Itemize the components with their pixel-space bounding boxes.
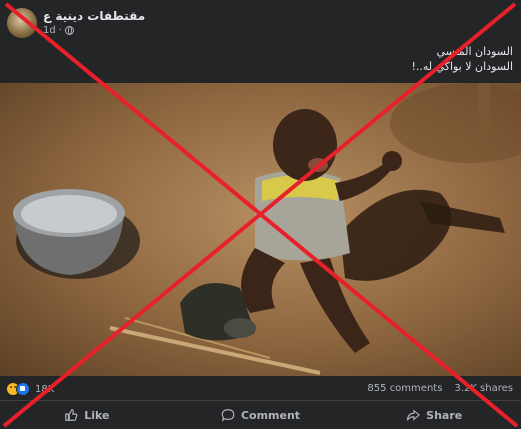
post-caption: السودان المنسي السودان لا بواكي له..!	[213, 44, 513, 74]
comments-count[interactable]: 855 comments	[367, 383, 442, 394]
reaction-count: 18K	[35, 383, 55, 395]
post-actions: Like Comment Share	[0, 400, 521, 429]
comment-label: Comment	[240, 408, 301, 422]
shoe-sole	[224, 318, 256, 338]
facebook-post: مقتطفات دينية ع 1d · السودان المنسي السو…	[0, 0, 521, 429]
post-time[interactable]: 1d	[43, 25, 56, 36]
post-stats: 18K 855 comments 3.2K shares	[0, 376, 521, 402]
comment-button[interactable]: Comment	[174, 401, 348, 429]
meta-separator: ·	[58, 25, 62, 36]
post-meta: 1d ·	[43, 25, 74, 36]
like-button[interactable]: Like	[0, 401, 174, 429]
globe-icon	[64, 26, 74, 35]
speech-bubble-icon	[221, 409, 235, 422]
page-name[interactable]: مقتطفات دينية ع	[43, 9, 145, 23]
child-mouth	[308, 158, 328, 172]
child-shadow	[340, 189, 452, 281]
share-button[interactable]: Share	[347, 401, 521, 429]
photo-illustration	[13, 83, 521, 375]
shares-count[interactable]: 3.2K shares	[454, 383, 513, 394]
like-reaction-icon	[16, 382, 30, 396]
caption-line-1: السودان المنسي	[436, 45, 513, 58]
reactions-summary[interactable]: 18K	[6, 382, 54, 396]
page-avatar[interactable]	[7, 8, 37, 38]
share-label: Share	[426, 408, 463, 422]
ground-shadow	[390, 83, 521, 163]
child-raised-arm	[335, 163, 392, 201]
post-header: مقتطفات دينية ع 1d ·	[0, 0, 521, 44]
wooden-post	[478, 83, 490, 138]
metal-bowl-inside	[21, 195, 117, 233]
caption-line-2: السودان لا بواكي له..!	[411, 60, 513, 73]
post-photo[interactable]	[0, 83, 521, 376]
thumbs-up-icon	[65, 409, 78, 421]
engagement-counts: 855 comments 3.2K shares	[367, 383, 513, 394]
share-arrow-icon	[406, 409, 421, 421]
like-label: Like	[84, 408, 110, 422]
child-head	[273, 109, 337, 181]
child-hand	[382, 151, 402, 171]
